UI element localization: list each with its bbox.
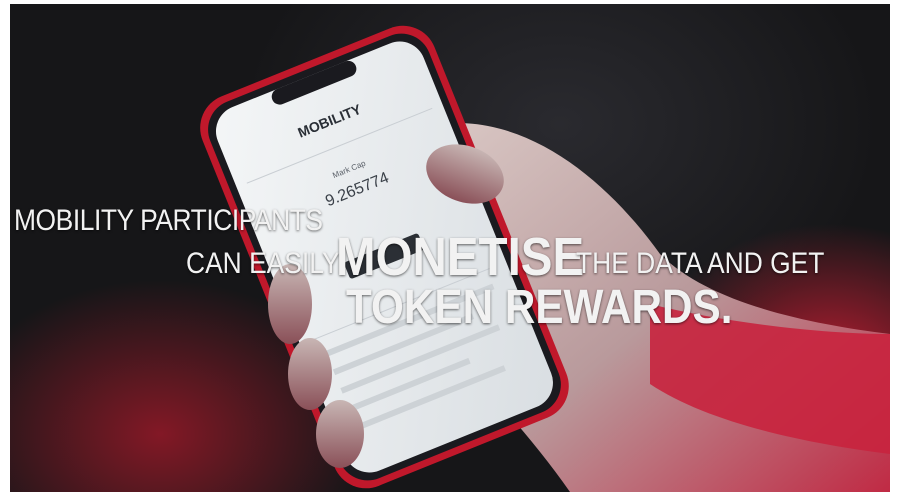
caption-line-2-prefix: CAN EASILY [186,247,340,280]
caption-line-3: TOKEN REWARDS. [346,281,733,334]
caption-line-2-emphasis: MONETISE [336,227,585,287]
caption-line-2-suffix: THE DATA AND GET [576,247,825,280]
video-frame: MOBILITY Mark Cap 9.265774 MOBILITY PART… [10,4,890,492]
video-still: MOBILITY Mark Cap 9.265774 MOBILITY PART… [0,0,897,494]
caption-line-1: MOBILITY PARTICIPANTS [14,204,323,237]
white-margin [0,268,10,494]
white-margin [0,0,10,268]
finger [288,338,332,410]
finger [316,400,364,468]
